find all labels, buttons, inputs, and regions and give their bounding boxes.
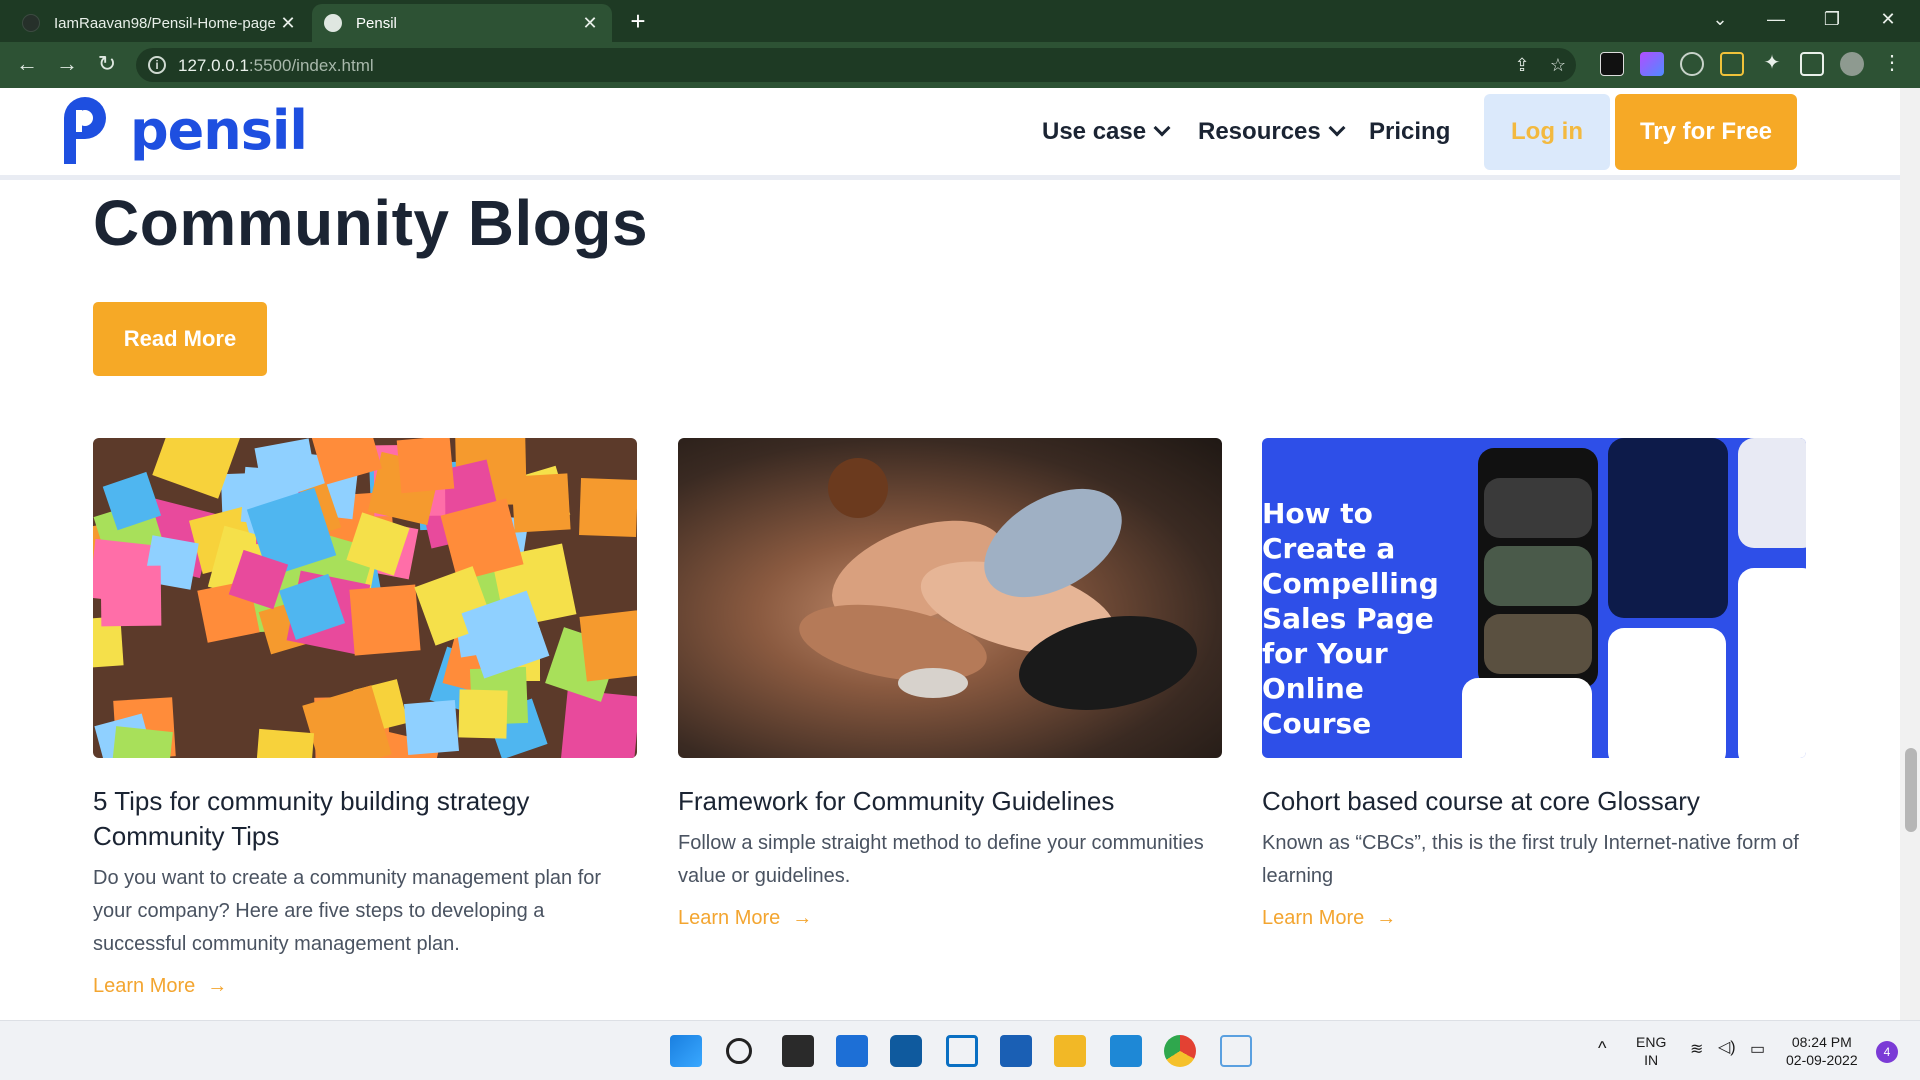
- close-tab-icon[interactable]: ✕: [580, 13, 600, 34]
- team-hands-image[interactable]: [678, 438, 1222, 758]
- blog-title[interactable]: 5 Tips for community building strategy C…: [93, 784, 637, 854]
- task-view-icon[interactable]: [782, 1035, 814, 1067]
- new-tab-button[interactable]: +: [622, 6, 654, 38]
- reload-icon[interactable]: ↻: [92, 50, 122, 80]
- sticky-note: [110, 726, 174, 758]
- site-header: pensil Use case Resources Pricing Log in…: [0, 88, 1900, 180]
- learn-more-link[interactable]: Learn More →: [678, 907, 812, 930]
- blog-card: Framework for Community Guidelines Follo…: [678, 438, 1222, 930]
- file-explorer-icon[interactable]: [1054, 1035, 1086, 1067]
- compass-icon[interactable]: [1680, 52, 1704, 76]
- blog-description: Known as “CBCs”, this is the first truly…: [1262, 832, 1799, 887]
- section-heading: Community Blogs: [93, 187, 649, 259]
- extension-icon[interactable]: [1640, 52, 1664, 76]
- puzzle-icon[interactable]: ✦: [1760, 52, 1784, 76]
- arrow-right-icon: →: [1376, 907, 1397, 929]
- blog-description: Do you want to create a community manage…: [93, 867, 602, 955]
- share-icon[interactable]: ⇪: [1512, 56, 1532, 76]
- wifi-icon[interactable]: ≋: [1690, 1041, 1703, 1059]
- chevron-up-icon[interactable]: ^: [1598, 1039, 1606, 1057]
- globe-icon: [324, 14, 342, 32]
- arrow-right-icon: →: [207, 975, 228, 997]
- nav-resources[interactable]: Resources: [1198, 118, 1346, 146]
- tab-pensil[interactable]: Pensil ✕: [312, 4, 612, 42]
- store-icon[interactable]: [1000, 1035, 1032, 1067]
- sticky-note: [511, 473, 571, 533]
- address-bar[interactable]: i 127.0.0.1:5500/index.html ⇪ ☆: [136, 48, 1576, 82]
- blog-title[interactable]: Framework for Community Guidelines: [678, 784, 1222, 819]
- blog-card: 5 Tips for community building strategy C…: [93, 438, 637, 998]
- logo-text: pensil: [130, 98, 308, 162]
- nav-label: Pricing: [1369, 118, 1451, 145]
- scrollbar-track[interactable]: [1900, 88, 1920, 1020]
- tab-title: Pensil: [356, 14, 397, 32]
- nav-use-case[interactable]: Use case: [1042, 118, 1171, 146]
- nav-label: Use case: [1042, 118, 1147, 145]
- windows-start-icon[interactable]: [670, 1035, 702, 1067]
- dell-icon[interactable]: [890, 1035, 922, 1067]
- minimize-icon[interactable]: —: [1748, 0, 1804, 40]
- extension-icon[interactable]: [1720, 52, 1744, 76]
- pensil-logo[interactable]: pensil: [62, 96, 308, 164]
- app-icon[interactable]: [946, 1035, 978, 1067]
- tab-search-icon[interactable]: ⌄: [1692, 0, 1748, 40]
- pensil-logo-icon: [64, 97, 106, 164]
- nav-pricing[interactable]: Pricing: [1369, 118, 1450, 146]
- sticky-note: [578, 477, 637, 537]
- learn-more-link[interactable]: Learn More →: [93, 975, 227, 998]
- forward-icon[interactable]: →: [52, 50, 82, 80]
- sticky-note: [349, 584, 422, 656]
- language-indicator[interactable]: ENG IN: [1636, 1033, 1666, 1069]
- browser-toolbar: ← → ↻ i 127.0.0.1:5500/index.html ⇪ ☆ ✦ …: [0, 42, 1920, 88]
- read-more-button[interactable]: Read More: [93, 302, 267, 376]
- avatar[interactable]: [1840, 52, 1864, 76]
- search-icon[interactable]: [726, 1038, 752, 1064]
- blog-card: How to Create a Compelling Sales Page fo…: [1262, 438, 1806, 930]
- clock[interactable]: 08:24 PM 02-09-2022: [1786, 1033, 1858, 1069]
- sticky-note: [403, 699, 459, 755]
- promo-image-title: How to Create a Compelling Sales Page fo…: [1262, 497, 1439, 740]
- sticky-notes-image[interactable]: [93, 438, 637, 758]
- sticky-note: [396, 438, 455, 494]
- chevron-down-icon: [1153, 119, 1171, 137]
- login-button[interactable]: Log in: [1484, 94, 1610, 170]
- battery-icon[interactable]: ▭: [1750, 1041, 1765, 1059]
- learn-more-link[interactable]: Learn More →: [1262, 907, 1396, 930]
- url-text: 127.0.0.1:5500/index.html: [178, 56, 374, 75]
- github-icon: [22, 14, 40, 32]
- extension-icon[interactable]: [1600, 52, 1624, 76]
- menu-icon[interactable]: ⋮: [1880, 52, 1904, 76]
- sticky-note: [579, 609, 637, 682]
- sticky-note: [254, 728, 314, 758]
- volume-icon[interactable]: ◁): [1718, 1039, 1736, 1057]
- restore-icon[interactable]: ❐: [1804, 0, 1860, 40]
- back-icon[interactable]: ←: [12, 50, 42, 80]
- blog-title[interactable]: Cohort based course at core Glossary: [1262, 784, 1806, 819]
- notification-badge[interactable]: 4: [1876, 1041, 1898, 1063]
- taskbar: ^ ENG IN ≋ ◁) ▭ 08:24 PM 02-09-2022 4: [0, 1020, 1920, 1080]
- web-page: pensil Use case Resources Pricing Log in…: [0, 88, 1920, 1020]
- vscode-icon[interactable]: [1110, 1035, 1142, 1067]
- close-tab-icon[interactable]: ✕: [278, 13, 298, 34]
- tab-github[interactable]: IamRaavan98/Pensil-Home-page ✕: [10, 4, 310, 42]
- nav-label: Resources: [1198, 118, 1321, 145]
- try-free-button[interactable]: Try for Free: [1615, 94, 1797, 170]
- side-panel-icon[interactable]: [1800, 52, 1824, 76]
- monitor-icon[interactable]: [1220, 1035, 1252, 1067]
- browser-tabstrip: IamRaavan98/Pensil-Home-page ✕ Pensil ✕ …: [0, 0, 1920, 42]
- bookmark-star-icon[interactable]: ☆: [1548, 56, 1568, 76]
- arrow-right-icon: →: [792, 907, 813, 929]
- sticky-note: [100, 565, 162, 627]
- sticky-note: [458, 689, 508, 739]
- chevron-down-icon: [1328, 119, 1346, 137]
- tab-title: IamRaavan98/Pensil-Home-page: [54, 14, 276, 32]
- site-info-icon[interactable]: i: [148, 56, 166, 74]
- course-promo-image[interactable]: How to Create a Compelling Sales Page fo…: [1262, 438, 1806, 758]
- scrollbar-thumb[interactable]: [1905, 748, 1917, 832]
- close-window-icon[interactable]: ✕: [1860, 0, 1916, 40]
- chrome-icon[interactable]: [1164, 1035, 1196, 1067]
- blog-description: Follow a simple straight method to defin…: [678, 832, 1204, 887]
- widgets-icon[interactable]: [836, 1035, 868, 1067]
